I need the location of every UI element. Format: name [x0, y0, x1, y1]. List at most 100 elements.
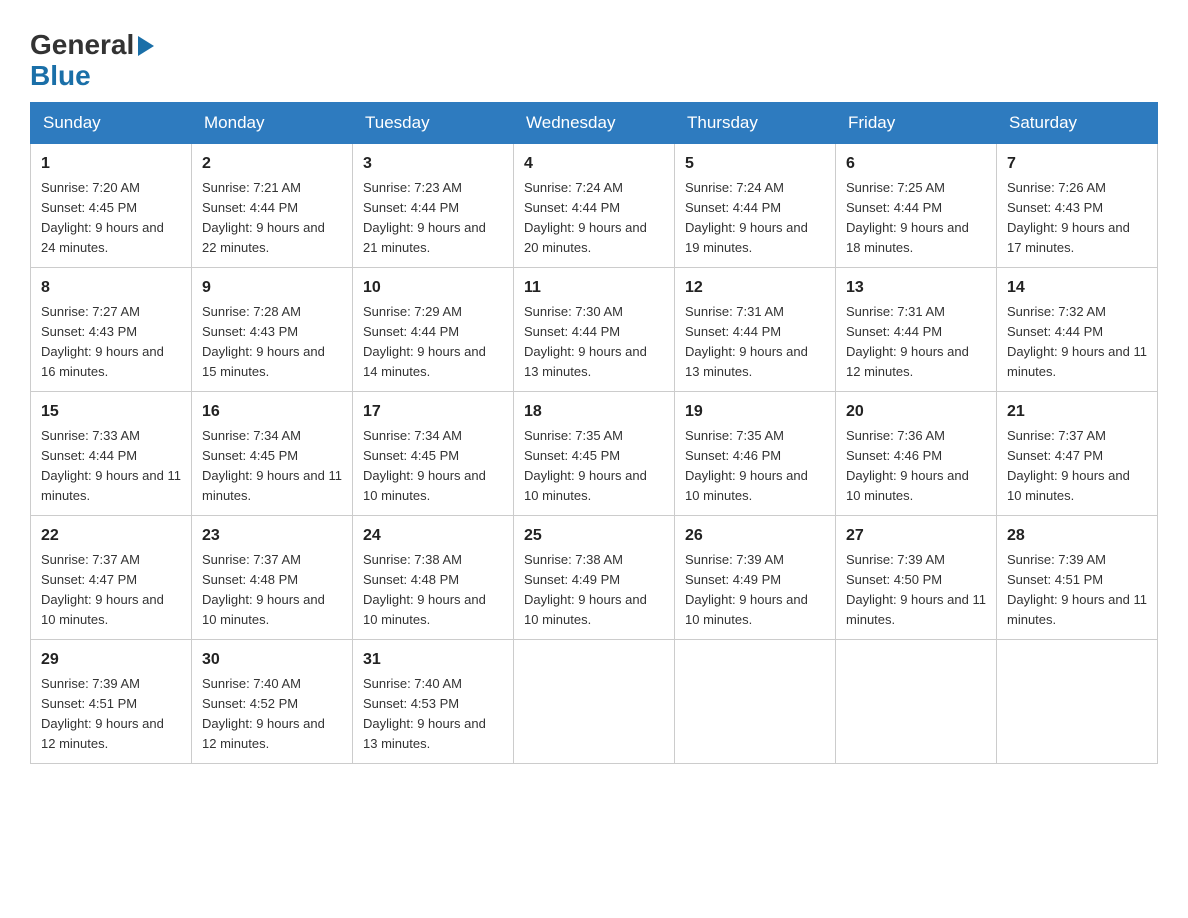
day-number: 14 — [1007, 276, 1147, 300]
col-header-tuesday: Tuesday — [353, 102, 514, 143]
day-info: Sunrise: 7:23 AMSunset: 4:44 PMDaylight:… — [363, 180, 486, 256]
calendar-cell: 16 Sunrise: 7:34 AMSunset: 4:45 PMDayligh… — [192, 391, 353, 515]
day-info: Sunrise: 7:39 AMSunset: 4:51 PMDaylight:… — [41, 676, 164, 752]
calendar-cell: 30Sunrise: 7:40 AMSunset: 4:52 PMDayligh… — [192, 639, 353, 763]
day-info: Sunrise: 7:32 AMSunset: 4:44 PMDaylight:… — [1007, 304, 1147, 380]
day-info: Sunrise: 7:40 AMSunset: 4:52 PMDaylight:… — [202, 676, 325, 752]
day-number: 18 — [524, 400, 664, 424]
calendar-cell — [997, 639, 1158, 763]
col-header-thursday: Thursday — [675, 102, 836, 143]
calendar-table: SundayMondayTuesdayWednesdayThursdayFrid… — [30, 102, 1158, 764]
day-info: Sunrise: 7:37 AMSunset: 4:47 PMDaylight:… — [1007, 428, 1130, 504]
day-number: 10 — [363, 276, 503, 300]
day-number: 19 — [685, 400, 825, 424]
day-number: 17 — [363, 400, 503, 424]
logo-container: General Blue — [30, 30, 154, 92]
day-info: Sunrise: 7:40 AMSunset: 4:53 PMDaylight:… — [363, 676, 486, 752]
calendar-cell: 14 Sunrise: 7:32 AMSunset: 4:44 PMDayligh… — [997, 267, 1158, 391]
calendar-week-row: 1 Sunrise: 7:20 AMSunset: 4:45 PMDaylight… — [31, 143, 1158, 267]
day-number: 12 — [685, 276, 825, 300]
day-number: 27 — [846, 524, 986, 548]
calendar-cell: 10 Sunrise: 7:29 AMSunset: 4:44 PMDayligh… — [353, 267, 514, 391]
day-info: Sunrise: 7:38 AMSunset: 4:48 PMDaylight:… — [363, 552, 486, 628]
day-info: Sunrise: 7:31 AMSunset: 4:44 PMDaylight:… — [846, 304, 969, 380]
day-number: 8 — [41, 276, 181, 300]
calendar-cell: 28 Sunrise: 7:39 AMSunset: 4:51 PMDayligh… — [997, 515, 1158, 639]
day-info: Sunrise: 7:34 AMSunset: 4:45 PMDaylight:… — [363, 428, 486, 504]
day-info: Sunrise: 7:39 AMSunset: 4:49 PMDaylight:… — [685, 552, 808, 628]
day-number: 24 — [363, 524, 503, 548]
day-number: 11 — [524, 276, 664, 300]
calendar-cell: 11 Sunrise: 7:30 AMSunset: 4:44 PMDayligh… — [514, 267, 675, 391]
day-number: 31 — [363, 648, 503, 672]
day-info: Sunrise: 7:35 AMSunset: 4:46 PMDaylight:… — [685, 428, 808, 504]
logo-general-text: General — [30, 30, 134, 61]
col-header-sunday: Sunday — [31, 102, 192, 143]
day-number: 20 — [846, 400, 986, 424]
calendar-cell: 17 Sunrise: 7:34 AMSunset: 4:45 PMDayligh… — [353, 391, 514, 515]
day-info: Sunrise: 7:35 AMSunset: 4:45 PMDaylight:… — [524, 428, 647, 504]
day-number: 6 — [846, 152, 986, 176]
calendar-week-row: 22 Sunrise: 7:37 AMSunset: 4:47 PMDayligh… — [31, 515, 1158, 639]
calendar-cell: 7 Sunrise: 7:26 AMSunset: 4:43 PMDaylight… — [997, 143, 1158, 267]
logo: General Blue — [30, 30, 154, 92]
calendar-cell — [675, 639, 836, 763]
calendar-cell: 12Sunrise: 7:31 AMSunset: 4:44 PMDayligh… — [675, 267, 836, 391]
logo-blue-text: Blue — [30, 60, 91, 91]
day-info: Sunrise: 7:29 AMSunset: 4:44 PMDaylight:… — [363, 304, 486, 380]
calendar-cell: 23 Sunrise: 7:37 AMSunset: 4:48 PMDayligh… — [192, 515, 353, 639]
day-info: Sunrise: 7:39 AMSunset: 4:50 PMDaylight:… — [846, 552, 986, 628]
calendar-week-row: 8Sunrise: 7:27 AMSunset: 4:43 PMDaylight… — [31, 267, 1158, 391]
calendar-cell: 5Sunrise: 7:24 AMSunset: 4:44 PMDaylight… — [675, 143, 836, 267]
day-info: Sunrise: 7:20 AMSunset: 4:45 PMDaylight:… — [41, 180, 164, 256]
calendar-cell: 15 Sunrise: 7:33 AMSunset: 4:44 PMDayligh… — [31, 391, 192, 515]
calendar-cell: 19 Sunrise: 7:35 AMSunset: 4:46 PMDayligh… — [675, 391, 836, 515]
day-number: 2 — [202, 152, 342, 176]
calendar-cell: 2 Sunrise: 7:21 AMSunset: 4:44 PMDaylight… — [192, 143, 353, 267]
day-number: 22 — [41, 524, 181, 548]
day-number: 3 — [363, 152, 503, 176]
calendar-cell: 22 Sunrise: 7:37 AMSunset: 4:47 PMDayligh… — [31, 515, 192, 639]
day-number: 29 — [41, 648, 181, 672]
day-number: 9 — [202, 276, 342, 300]
calendar-cell: 24 Sunrise: 7:38 AMSunset: 4:48 PMDayligh… — [353, 515, 514, 639]
calendar-cell: 18 Sunrise: 7:35 AMSunset: 4:45 PMDayligh… — [514, 391, 675, 515]
day-info: Sunrise: 7:26 AMSunset: 4:43 PMDaylight:… — [1007, 180, 1130, 256]
calendar-cell: 9 Sunrise: 7:28 AMSunset: 4:43 PMDaylight… — [192, 267, 353, 391]
calendar-cell: 20Sunrise: 7:36 AMSunset: 4:46 PMDayligh… — [836, 391, 997, 515]
calendar-cell: 4 Sunrise: 7:24 AMSunset: 4:44 PMDaylight… — [514, 143, 675, 267]
day-info: Sunrise: 7:37 AMSunset: 4:47 PMDaylight:… — [41, 552, 164, 628]
day-info: Sunrise: 7:24 AMSunset: 4:44 PMDaylight:… — [524, 180, 647, 256]
day-number: 28 — [1007, 524, 1147, 548]
day-info: Sunrise: 7:30 AMSunset: 4:44 PMDaylight:… — [524, 304, 647, 380]
col-header-monday: Monday — [192, 102, 353, 143]
calendar-cell: 29 Sunrise: 7:39 AMSunset: 4:51 PMDayligh… — [31, 639, 192, 763]
day-info: Sunrise: 7:33 AMSunset: 4:44 PMDaylight:… — [41, 428, 181, 504]
calendar-week-row: 15 Sunrise: 7:33 AMSunset: 4:44 PMDayligh… — [31, 391, 1158, 515]
day-info: Sunrise: 7:34 AMSunset: 4:45 PMDaylight:… — [202, 428, 342, 504]
calendar-cell: 26Sunrise: 7:39 AMSunset: 4:49 PMDayligh… — [675, 515, 836, 639]
calendar-cell: 6Sunrise: 7:25 AMSunset: 4:44 PMDaylight… — [836, 143, 997, 267]
day-number: 5 — [685, 152, 825, 176]
calendar-cell: 31 Sunrise: 7:40 AMSunset: 4:53 PMDayligh… — [353, 639, 514, 763]
day-info: Sunrise: 7:37 AMSunset: 4:48 PMDaylight:… — [202, 552, 325, 628]
col-header-saturday: Saturday — [997, 102, 1158, 143]
day-info: Sunrise: 7:39 AMSunset: 4:51 PMDaylight:… — [1007, 552, 1147, 628]
day-number: 23 — [202, 524, 342, 548]
day-number: 1 — [41, 152, 181, 176]
day-number: 15 — [41, 400, 181, 424]
calendar-cell — [514, 639, 675, 763]
calendar-week-row: 29 Sunrise: 7:39 AMSunset: 4:51 PMDayligh… — [31, 639, 1158, 763]
calendar-cell — [836, 639, 997, 763]
calendar-cell: 25Sunrise: 7:38 AMSunset: 4:49 PMDayligh… — [514, 515, 675, 639]
day-number: 16 — [202, 400, 342, 424]
day-number: 13 — [846, 276, 986, 300]
day-info: Sunrise: 7:28 AMSunset: 4:43 PMDaylight:… — [202, 304, 325, 380]
day-number: 7 — [1007, 152, 1147, 176]
logo-triangle-icon — [138, 36, 154, 56]
day-info: Sunrise: 7:21 AMSunset: 4:44 PMDaylight:… — [202, 180, 325, 256]
calendar-cell: 1 Sunrise: 7:20 AMSunset: 4:45 PMDaylight… — [31, 143, 192, 267]
day-number: 4 — [524, 152, 664, 176]
calendar-cell: 27 Sunrise: 7:39 AMSunset: 4:50 PMDayligh… — [836, 515, 997, 639]
page-header: General Blue — [30, 20, 1158, 92]
